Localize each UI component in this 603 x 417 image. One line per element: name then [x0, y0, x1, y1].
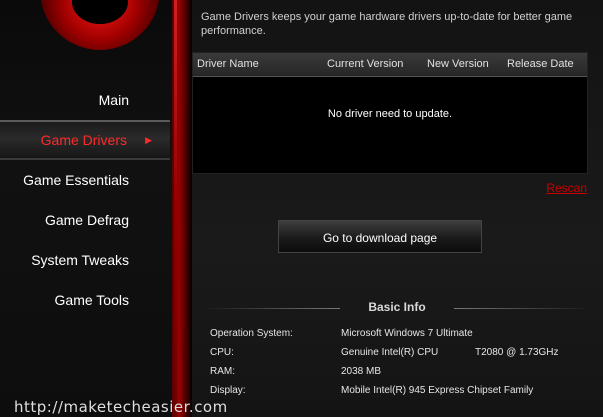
info-value-extra: T2080 @ 1.73GHz	[475, 347, 559, 358]
rescan-link[interactable]: Rescan	[546, 181, 587, 195]
sidebar-item-label: Game Tools	[54, 292, 129, 308]
sidebar-item-game-essentials[interactable]: Game Essentials	[0, 160, 172, 200]
divider-highlight	[174, 0, 177, 417]
info-row-os: Operation System: Microsoft Windows 7 Ul…	[210, 328, 590, 342]
column-header-driver-name[interactable]: Driver Name	[197, 58, 259, 70]
column-header-current-version[interactable]: Current Version	[327, 58, 403, 70]
info-label: Display:	[210, 385, 246, 396]
info-value: 2038 MB	[341, 366, 382, 377]
info-label: RAM:	[210, 366, 235, 377]
basic-info-heading: Basic Info	[202, 300, 592, 314]
sidebar-item-label: Game Defrag	[44, 212, 129, 228]
main-panel: Game Drivers keeps your game hardware dr…	[192, 0, 603, 417]
watermark-url: http://maketecheasier.com	[14, 398, 228, 416]
app-window: Main Game Drivers ▶ Game Essentials Game…	[0, 0, 603, 417]
sidebar-item-label: Game Drivers	[40, 132, 127, 148]
drivers-table: Driver Name Current Version New Version …	[192, 52, 588, 174]
info-value: Microsoft Windows 7 Ultimate	[341, 328, 473, 339]
sidebar-item-main[interactable]: Main	[0, 80, 172, 120]
info-row-cpu: CPU: Genuine Intel(R) CPU T2080 @ 1.73GH…	[210, 347, 590, 361]
triangle-right-icon: ▶	[145, 135, 152, 145]
info-label: CPU:	[210, 347, 234, 358]
sidebar-item-label: System Tweaks	[31, 252, 129, 268]
info-label: Operation System:	[210, 328, 293, 339]
info-value: Mobile Intel(R) 945 Express Chipset Fami…	[341, 385, 534, 396]
sidebar: Main Game Drivers ▶ Game Essentials Game…	[0, 0, 172, 417]
info-value: Genuine Intel(R) CPU	[341, 347, 439, 358]
sidebar-nav: Main Game Drivers ▶ Game Essentials Game…	[0, 80, 172, 320]
logo	[0, 0, 172, 60]
sidebar-item-label: Main	[98, 92, 129, 108]
empty-table-message: No driver need to update.	[327, 108, 453, 120]
sidebar-item-label: Game Essentials	[23, 172, 129, 188]
divider-line-right	[454, 308, 592, 309]
page-description: Game Drivers keeps your game hardware dr…	[201, 11, 573, 37]
basic-info-title: Basic Info	[368, 300, 426, 314]
download-page-button[interactable]: Go to download page	[278, 220, 482, 253]
column-header-release-date[interactable]: Release Date	[507, 58, 574, 70]
sidebar-item-game-defrag[interactable]: Game Defrag	[0, 200, 172, 240]
sidebar-item-system-tweaks[interactable]: System Tweaks	[0, 240, 172, 280]
info-row-display: Display: Mobile Intel(R) 945 Express Chi…	[210, 385, 590, 399]
column-header-new-version[interactable]: New Version	[427, 58, 489, 70]
sidebar-item-game-drivers[interactable]: Game Drivers ▶	[0, 120, 170, 160]
table-header: Driver Name Current Version New Version …	[193, 53, 587, 77]
sidebar-item-game-tools[interactable]: Game Tools	[0, 280, 172, 320]
info-row-ram: RAM: 2038 MB	[210, 366, 590, 380]
divider-line-left	[202, 308, 340, 309]
